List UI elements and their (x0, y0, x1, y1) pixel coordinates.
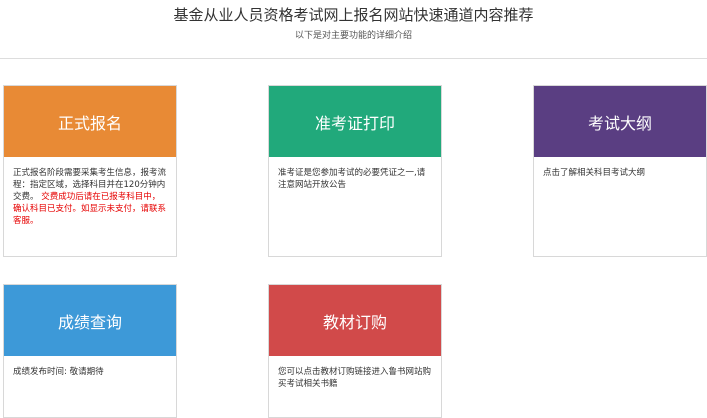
textbook-order-card[interactable]: 教材订购 您可以点击教材订购链接进入鲁书网站购买考试相关书籍 (268, 284, 442, 418)
register-card-header[interactable]: 正式报名 (4, 86, 176, 157)
register-card-body: 正式报名阶段需要采集考生信息，报考流程：指定区域，选择科目并在120分钟内交费。… (4, 157, 176, 227)
textbook-order-card-body: 您可以点击教材订购链接进入鲁书网站购买考试相关书籍 (269, 356, 441, 390)
page-title: 基金从业人员资格考试网上报名网站快速通道内容推荐 (173, 6, 534, 24)
register-card-title: 正式报名 (57, 113, 122, 133)
score-query-card-title: 成绩查询 (57, 312, 122, 332)
syllabus-card-desc: 点击了解相关科目考试大纲 (543, 168, 646, 178)
syllabus-card-body: 点击了解相关科目考试大纲 (534, 157, 706, 179)
admission-ticket-card[interactable]: 准考证打印 准考证是您参加考试的必要凭证之一,请注意网站开放公告 (268, 85, 442, 257)
admission-ticket-card-title: 准考证打印 (314, 113, 395, 133)
score-query-card-body: 成绩发布时间: 敬请期待 (4, 356, 176, 378)
admission-ticket-card-header[interactable]: 准考证打印 (269, 86, 441, 157)
score-query-card-desc: 成绩发布时间: 敬请期待 (13, 367, 104, 377)
admission-ticket-card-desc: 准考证是您参加考试的必要凭证之一,请注意网站开放公告 (278, 168, 426, 190)
syllabus-card-header[interactable]: 考试大纲 (534, 86, 706, 157)
header-divider (0, 58, 707, 59)
register-card[interactable]: 正式报名 正式报名阶段需要采集考生信息，报考流程：指定区域，选择科目并在120分… (3, 85, 177, 257)
score-query-card-header[interactable]: 成绩查询 (4, 285, 176, 356)
page-subtitle: 以下是对主要功能的详细介绍 (294, 31, 412, 41)
textbook-order-card-header[interactable]: 教材订购 (269, 285, 441, 356)
syllabus-card[interactable]: 考试大纲 点击了解相关科目考试大纲 (533, 85, 707, 257)
textbook-order-card-title: 教材订购 (322, 312, 387, 332)
textbook-order-card-desc: 您可以点击教材订购链接进入鲁书网站购买考试相关书籍 (278, 367, 432, 389)
admission-ticket-card-body: 准考证是您参加考试的必要凭证之一,请注意网站开放公告 (269, 157, 441, 191)
score-query-card[interactable]: 成绩查询 成绩发布时间: 敬请期待 (3, 284, 177, 418)
syllabus-card-title: 考试大纲 (587, 113, 652, 133)
